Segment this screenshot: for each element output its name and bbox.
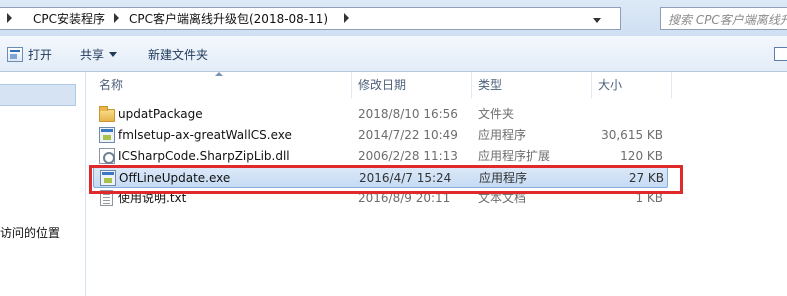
nav-item-recent-places[interactable]: 访问的位置: [0, 224, 60, 241]
share-button[interactable]: 共享: [80, 46, 118, 64]
column-header-name[interactable]: 名称: [93, 72, 352, 98]
file-size: [598, 104, 663, 125]
column-header-size[interactable]: 大小: [592, 72, 672, 98]
dll-file-icon: [99, 148, 115, 164]
exe-file-icon: [99, 127, 115, 143]
file-size: 120 KB: [620, 149, 663, 163]
refresh-button[interactable]: [628, 7, 652, 30]
search-placeholder: 搜索 CPC客户端离线升: [668, 13, 787, 27]
breadcrumb-arrow-icon[interactable]: [114, 13, 119, 23]
new-folder-button[interactable]: 新建文件夹: [148, 46, 208, 64]
address-history-dropdown-icon[interactable]: [590, 15, 604, 27]
address-bar-row: CPC安装程序 CPC客户端离线升级包(2018-08-11) 搜索 CPC客户…: [0, 0, 787, 36]
breadcrumb-item-update-package[interactable]: CPC客户端离线升级包(2018-08-11): [129, 10, 328, 28]
file-row[interactable]: fmlsetup-ax-greatWallCS.exe 2014/7/22 10…: [93, 125, 668, 146]
view-options-icon[interactable]: [774, 47, 787, 61]
breadcrumb-arrow-icon[interactable]: [344, 13, 349, 23]
column-header-type[interactable]: 类型: [472, 72, 592, 98]
breadcrumb-item-installer[interactable]: CPC安装程序: [33, 10, 105, 28]
file-row[interactable]: updatPackage 2018/8/10 16:56 文件夹: [93, 104, 668, 125]
open-icon: [7, 47, 23, 62]
file-type: 应用程序扩展: [478, 149, 551, 163]
file-name: updatPackage: [118, 107, 203, 121]
column-header-date[interactable]: 修改日期: [352, 72, 472, 98]
file-type: 文件夹: [478, 107, 515, 121]
search-input[interactable]: 搜索 CPC客户端离线升: [660, 7, 787, 30]
chevron-down-icon: [109, 52, 118, 57]
file-name: fmlsetup-ax-greatWallCS.exe: [118, 128, 292, 142]
open-button[interactable]: 打开: [28, 46, 52, 64]
nav-item-selected[interactable]: [0, 84, 76, 106]
file-date: 2014/7/22 10:49: [358, 128, 458, 142]
file-size: 30,615 KB: [601, 128, 663, 142]
folder-icon: [99, 106, 115, 122]
navigation-pane: 访问的位置: [0, 72, 86, 296]
share-button-label: 共享: [80, 48, 105, 62]
annotation-highlight-box: [89, 165, 683, 194]
command-bar: 打开 共享 新建文件夹: [0, 36, 787, 72]
file-date: 2018/8/10 16:56: [358, 107, 458, 121]
address-bar[interactable]: CPC安装程序 CPC客户端离线升级包(2018-08-11): [0, 7, 621, 30]
file-row[interactable]: ICSharpCode.SharpZipLib.dll 2006/2/28 11…: [93, 146, 668, 167]
file-date: 2006/2/28 11:13: [358, 149, 458, 163]
file-name: ICSharpCode.SharpZipLib.dll: [118, 149, 290, 163]
file-type: 应用程序: [478, 128, 527, 142]
breadcrumb-arrow-icon[interactable]: [7, 13, 12, 23]
